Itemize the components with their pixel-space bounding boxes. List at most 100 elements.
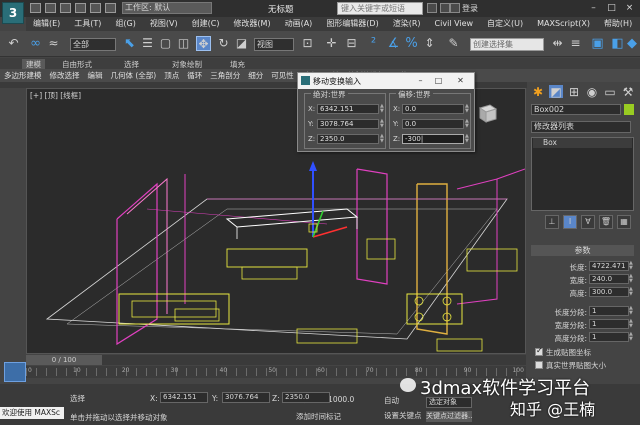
user-icon[interactable]: [450, 3, 460, 13]
length-spinner[interactable]: ▲ ▼: [629, 261, 634, 271]
close-icon[interactable]: ×: [622, 1, 637, 15]
selection-filter-dropdown[interactable]: 全部: [70, 38, 116, 51]
abs-x-spinner[interactable]: ▲ ▼: [380, 104, 385, 114]
select-and-scale-icon[interactable]: ◪: [234, 36, 249, 51]
menu-item[interactable]: Civil View: [428, 17, 481, 31]
edit-named-selection-icon[interactable]: ✎: [446, 36, 461, 51]
make-unique-icon[interactable]: ∀: [581, 215, 595, 229]
show-end-result-icon[interactable]: Ι: [563, 215, 577, 229]
menu-item[interactable]: 工具(T): [67, 17, 108, 31]
window-crossing-icon[interactable]: ◫: [176, 36, 191, 51]
named-selection-set-dropdown[interactable]: 创建选择集: [470, 38, 544, 51]
ribbon-item[interactable]: 多边形建模: [0, 69, 46, 82]
display-tab-icon[interactable]: ▭: [603, 85, 617, 99]
status-x-field[interactable]: 6342.151: [160, 392, 208, 403]
menu-item[interactable]: 动画(A): [278, 17, 320, 31]
render-production-icon[interactable]: ◆: [626, 36, 638, 51]
use-pivot-center-icon[interactable]: ⊡: [300, 36, 315, 51]
configure-sets-icon[interactable]: ▦: [617, 215, 631, 229]
create-tab-icon[interactable]: ✱: [531, 85, 545, 99]
time-slider[interactable]: 0 / 100: [26, 355, 526, 365]
rectangular-selection-icon[interactable]: ▢: [158, 36, 173, 51]
select-and-manipulate-icon[interactable]: ✛: [324, 36, 339, 51]
abs-x-field[interactable]: 6342.151: [317, 104, 379, 114]
menu-item[interactable]: 创建(C): [185, 17, 227, 31]
offset-z-field[interactable]: -300|: [402, 134, 464, 144]
select-by-name-icon[interactable]: ☰: [140, 36, 155, 51]
abs-z-field[interactable]: 2350.0: [317, 134, 379, 144]
viewport-label[interactable]: [+] [顶] [线框]: [30, 90, 81, 101]
gen-mapping-coords-checkbox[interactable]: ✓: [535, 346, 543, 356]
menu-item[interactable]: 渲染(R): [386, 17, 428, 31]
mirror-icon[interactable]: ⇹: [550, 36, 565, 51]
offset-y-spinner[interactable]: ▲ ▼: [465, 119, 470, 129]
ribbon-item[interactable]: 顶点: [160, 69, 183, 82]
key-filters-button[interactable]: 关键点过滤器...: [426, 411, 472, 422]
length-segs-spinner[interactable]: ▲ ▼: [629, 306, 634, 316]
length-segs-field[interactable]: 1: [589, 306, 629, 316]
status-y-field[interactable]: 3076.764: [222, 392, 270, 403]
time-slider-thumb[interactable]: 0 / 100: [26, 355, 102, 365]
auto-key-button[interactable]: 自动: [384, 395, 399, 406]
render-setup-icon[interactable]: ▣: [590, 36, 605, 51]
select-and-rotate-icon[interactable]: ↻: [216, 36, 231, 51]
undo-icon[interactable]: [75, 3, 86, 13]
app-logo[interactable]: 3: [2, 2, 24, 24]
new-file-icon[interactable]: [30, 3, 41, 13]
ribbon-item[interactable]: 细分: [244, 69, 267, 82]
dialog-maximize-icon[interactable]: □: [432, 75, 445, 87]
project-folder-icon[interactable]: [105, 3, 116, 13]
ribbon-item[interactable]: 循环: [183, 69, 206, 82]
menu-item[interactable]: 视图(V): [143, 17, 185, 31]
menu-item[interactable]: 自定义(U): [480, 17, 530, 31]
offset-x-field[interactable]: 0.0: [402, 104, 464, 114]
menu-item[interactable]: 修改器(M): [226, 17, 277, 31]
offset-y-field[interactable]: 0.0: [402, 119, 464, 129]
offset-x-spinner[interactable]: ▲ ▼: [465, 104, 470, 114]
sign-in-link[interactable]: 登录: [462, 3, 478, 14]
menu-item[interactable]: 组(G): [108, 17, 142, 31]
redo-icon[interactable]: [90, 3, 101, 13]
motion-tab-icon[interactable]: ◉: [585, 85, 599, 99]
dialog-title-bar[interactable]: 移动变换输入 – □ ✕: [298, 73, 474, 89]
object-color-swatch[interactable]: [624, 104, 634, 115]
menu-item[interactable]: 帮助(H): [597, 17, 639, 31]
menu-item[interactable]: 编辑(E): [26, 17, 67, 31]
keyboard-shortcut-override-icon[interactable]: ⊟: [344, 36, 359, 51]
dialog-minimize-icon[interactable]: –: [414, 75, 427, 87]
hierarchy-tab-icon[interactable]: ⊞: [567, 85, 581, 99]
viewport-layout-button[interactable]: [4, 362, 26, 382]
height-field[interactable]: 300.0: [589, 287, 629, 297]
workspace-dropdown[interactable]: 工作区: 默认: [122, 2, 212, 14]
height-segs-field[interactable]: 1: [589, 332, 629, 342]
real-world-map-size-checkbox[interactable]: [535, 361, 543, 369]
width-field[interactable]: 240.0: [589, 274, 629, 284]
modifier-stack-item[interactable]: Box: [533, 138, 632, 148]
angle-snap-icon[interactable]: ∡: [386, 36, 401, 51]
parameters-rollout-header[interactable]: 参数: [531, 245, 634, 256]
search-icon[interactable]: [427, 3, 437, 13]
set-key-button[interactable]: 设置关键点: [384, 410, 422, 421]
abs-y-spinner[interactable]: ▲ ▼: [380, 119, 385, 129]
length-field[interactable]: 4722.471: [589, 261, 629, 271]
modify-tab-icon[interactable]: ◩: [549, 85, 563, 99]
add-time-tag-button[interactable]: 添加时间标记: [296, 411, 341, 422]
undo-icon[interactable]: ↶: [6, 36, 21, 51]
ribbon-item[interactable]: 几何体 (全部): [107, 69, 161, 82]
align-icon[interactable]: ≡: [568, 36, 583, 51]
reference-coordinate-dropdown[interactable]: 视图: [254, 38, 294, 51]
height-segs-spinner[interactable]: ▲ ▼: [629, 332, 634, 342]
bind-space-warp-icon[interactable]: ≈: [46, 36, 61, 51]
status-z-field[interactable]: 2350.0: [282, 392, 330, 403]
width-segs-field[interactable]: 1: [589, 319, 629, 329]
spinner-snap-icon[interactable]: ⇕: [422, 36, 437, 51]
minimize-icon[interactable]: –: [586, 1, 601, 15]
pin-stack-icon[interactable]: ⊥: [545, 215, 559, 229]
offset-z-spinner[interactable]: ▲ ▼: [465, 134, 470, 144]
utilities-tab-icon[interactable]: ⚒: [621, 85, 635, 99]
object-name-field[interactable]: Box002: [531, 104, 621, 115]
width-spinner[interactable]: ▲ ▼: [629, 274, 634, 284]
width-segs-spinner[interactable]: ▲ ▼: [629, 319, 634, 329]
ribbon-item[interactable]: 三角剖分: [206, 69, 244, 82]
remove-modifier-icon[interactable]: 🗑: [599, 215, 613, 229]
